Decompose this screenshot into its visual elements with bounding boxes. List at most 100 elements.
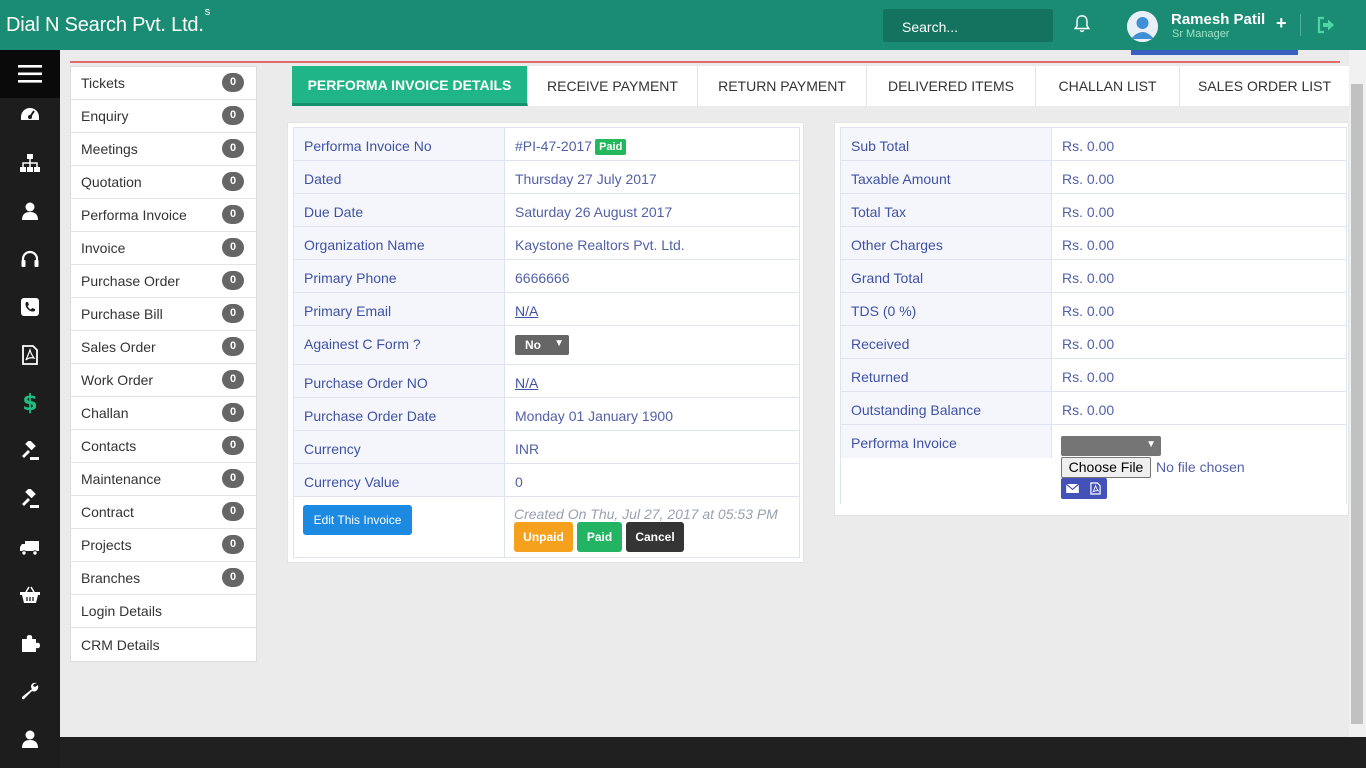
scrollbar[interactable] xyxy=(1349,50,1366,737)
paid-button[interactable]: Paid xyxy=(577,522,622,552)
pdf-icon[interactable] xyxy=(0,331,60,379)
status-badge: Paid xyxy=(595,139,627,155)
menu-item-label: Maintenance xyxy=(81,471,162,487)
menu-item[interactable]: Purchase Bill 0 xyxy=(71,298,256,331)
footer-bar xyxy=(60,737,1366,768)
puzzle-icon[interactable] xyxy=(0,619,60,667)
field-value-cell: N/A xyxy=(505,365,801,397)
search-input[interactable]: Search... xyxy=(883,9,1053,42)
add-button[interactable]: + xyxy=(1276,13,1287,34)
user-icon[interactable] xyxy=(0,187,60,235)
edit-invoice-button[interactable]: Edit This Invoice xyxy=(303,505,412,535)
tab-challan-list[interactable]: CHALLAN LIST xyxy=(1036,66,1180,106)
menu-item[interactable]: Meetings 0 xyxy=(71,133,256,166)
pdf-download-icon[interactable] xyxy=(1084,478,1107,499)
menu-item[interactable]: Enquiry 0 xyxy=(71,100,256,133)
tab-performa-invoice-details[interactable]: PERFORMA INVOICE DETAILS xyxy=(292,66,528,106)
bell-icon[interactable] xyxy=(1073,14,1093,36)
menu-item[interactable]: Purchase Order 0 xyxy=(71,265,256,298)
logout-icon[interactable] xyxy=(1316,15,1336,35)
field-value-cell: 6666666 xyxy=(505,260,801,292)
tab-delivered-items[interactable]: DELIVERED ITEMS xyxy=(867,66,1036,106)
menu-item-label: Performa Invoice xyxy=(81,207,187,223)
basket-icon[interactable] xyxy=(0,571,60,619)
field-value-cell: N/A xyxy=(505,293,801,325)
menu-item[interactable]: Contacts 0 xyxy=(71,430,256,463)
cancel-button[interactable]: Cancel xyxy=(626,522,684,552)
menu-item-label: Sales Order xyxy=(81,339,156,355)
c-form-select[interactable]: No ▼ xyxy=(515,335,569,355)
menu-item[interactable]: Projects 0 xyxy=(71,529,256,562)
menu-item[interactable]: Quotation 0 xyxy=(71,166,256,199)
user-name[interactable]: Ramesh Patil xyxy=(1171,11,1265,28)
menu-item[interactable]: Contract 0 xyxy=(71,496,256,529)
tab-sales-order-list[interactable]: SALES ORDER LIST xyxy=(1180,66,1350,106)
module-menu: Tickets 0 Enquiry 0 Meetings 0 Quotation 0 Perfo… xyxy=(70,66,257,662)
menu-item[interactable]: Login Details xyxy=(71,595,256,628)
menu-item-label: Meetings xyxy=(81,141,138,157)
headset-icon[interactable] xyxy=(0,235,60,283)
menu-item-label: Work Order xyxy=(81,372,154,388)
menu-item-label: Challan xyxy=(81,405,129,421)
field-value-cell: Kaystone Realtors Pvt. Ltd. xyxy=(505,227,801,259)
field-value: Rs. 0.00 xyxy=(1062,138,1115,154)
phone-icon[interactable] xyxy=(0,283,60,331)
menu-item[interactable]: Work Order 0 xyxy=(71,364,256,397)
field-value-cell: #PI-47-2017 Paid xyxy=(505,128,801,160)
field-label: Againest C Form ? xyxy=(294,326,505,364)
gavel-icon-2[interactable] xyxy=(0,475,60,523)
invoice-field-row: Currency Value 0 xyxy=(293,463,800,496)
field-label: Performa Invoice No xyxy=(294,128,505,160)
choose-file-button[interactable]: Choose File xyxy=(1061,457,1151,478)
invoice-field-row: Performa Invoice No #PI-47-2017 Paid xyxy=(293,127,800,160)
gavel-icon[interactable] xyxy=(0,427,60,475)
field-link[interactable]: N/A xyxy=(515,303,538,319)
menu-item-label: Projects xyxy=(81,537,132,553)
count-badge: 0 xyxy=(222,469,244,488)
field-value: #PI-47-2017 xyxy=(515,138,593,154)
totals-field-row: Grand Total Rs. 0.00 xyxy=(840,259,1347,292)
field-label: Organization Name xyxy=(294,227,505,259)
count-badge: 0 xyxy=(222,271,244,290)
scrollbar-thumb[interactable] xyxy=(1351,84,1363,724)
menu-item-label: CRM Details xyxy=(81,636,160,653)
unpaid-button[interactable]: Unpaid xyxy=(514,522,573,552)
field-label: Taxable Amount xyxy=(841,161,1052,193)
field-link[interactable]: N/A xyxy=(515,375,538,391)
header-action-button[interactable] xyxy=(1131,50,1298,55)
menu-item-label: Purchase Bill xyxy=(81,306,163,322)
invoice-field-row: Currency INR xyxy=(293,430,800,463)
menu-item[interactable]: Performa Invoice 0 xyxy=(71,199,256,232)
tab-receive-payment[interactable]: RECEIVE PAYMENT xyxy=(528,66,698,106)
field-label: Total Tax xyxy=(841,194,1052,226)
brand-title[interactable]: Dial N Search Pvt. Ltd.s xyxy=(6,6,210,37)
menu-item[interactable]: Branches 0 xyxy=(71,562,256,595)
dashboard-icon[interactable] xyxy=(0,91,60,139)
c-form-select-value: No xyxy=(525,338,541,352)
tab-return-payment[interactable]: RETURN PAYMENT xyxy=(698,66,867,106)
menu-item[interactable]: CRM Details xyxy=(71,628,256,661)
menu-item[interactable]: Sales Order 0 xyxy=(71,331,256,364)
menu-item[interactable]: Challan 0 xyxy=(71,397,256,430)
field-label: Sub Total xyxy=(841,128,1052,160)
truck-icon[interactable] xyxy=(0,523,60,571)
menu-item[interactable]: Invoice 0 xyxy=(71,232,256,265)
top-bar: Dial N Search Pvt. Ltd.s Search... Rames… xyxy=(0,0,1366,50)
email-icon[interactable] xyxy=(1061,478,1084,499)
wrench-icon[interactable] xyxy=(0,667,60,715)
field-label: Grand Total xyxy=(841,260,1052,292)
count-badge: 0 xyxy=(222,238,244,257)
section-divider xyxy=(70,61,1340,63)
user-icon-2[interactable] xyxy=(0,715,60,763)
menu-item[interactable]: Maintenance 0 xyxy=(71,463,256,496)
field-value: Rs. 0.00 xyxy=(1062,303,1115,319)
menu-item[interactable]: Tickets 0 xyxy=(71,67,256,100)
sitemap-icon[interactable] xyxy=(0,139,60,187)
invoice-field-row: Due Date Saturday 26 August 2017 xyxy=(293,193,800,226)
avatar[interactable] xyxy=(1127,11,1158,42)
divider xyxy=(1300,14,1301,36)
totals-field-row: Total Tax Rs. 0.00 xyxy=(840,193,1347,226)
totals-field-row: Outstanding Balance Rs. 0.00 xyxy=(840,391,1347,424)
attachment-select[interactable]: ▼ xyxy=(1061,436,1161,456)
dollar-icon[interactable]: $ xyxy=(0,379,60,427)
